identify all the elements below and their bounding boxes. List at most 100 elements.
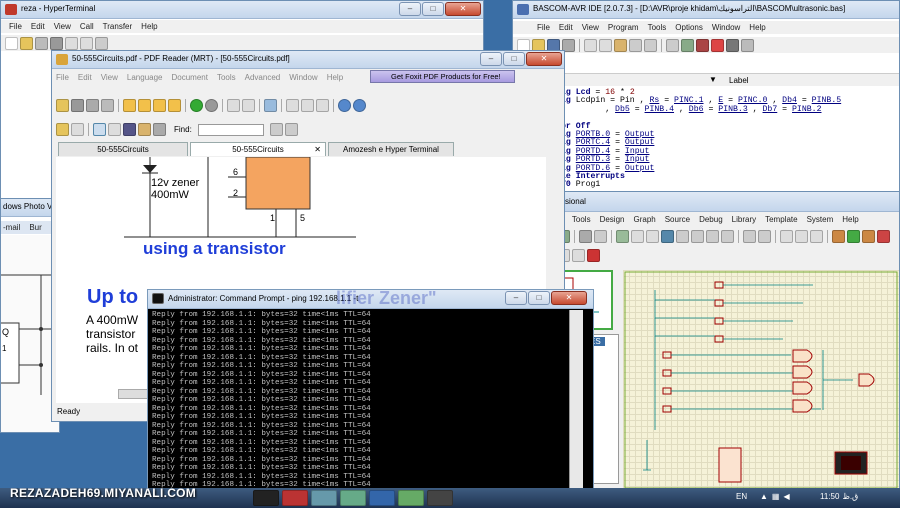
taskbar-photo-icon[interactable]: [340, 490, 366, 506]
menu-call[interactable]: Call: [80, 22, 94, 31]
program-chip-icon[interactable]: [696, 38, 709, 52]
menu-file[interactable]: File: [9, 22, 22, 31]
menu-source[interactable]: Source: [665, 215, 690, 224]
disconnect-icon[interactable]: [50, 36, 63, 50]
menu-debug[interactable]: Debug: [699, 215, 723, 224]
menu-graph[interactable]: Graph: [633, 215, 655, 224]
menu-language[interactable]: Language: [127, 73, 163, 82]
rotate-right-icon[interactable]: [242, 98, 255, 112]
paste-icon[interactable]: [614, 38, 627, 52]
zoom-icon[interactable]: [264, 98, 277, 112]
email-icon[interactable]: [101, 98, 114, 112]
menu-file[interactable]: File: [537, 23, 550, 32]
menu-program[interactable]: Program: [608, 23, 639, 32]
clock[interactable]: 11:50 ق.ظ: [820, 492, 858, 501]
horizontal-scrollbar[interactable]: [118, 389, 148, 399]
close-button[interactable]: ✕: [445, 2, 481, 16]
redo-icon[interactable]: [758, 230, 771, 243]
cmd-output[interactable]: Reply from 192.168.1.1: bytes=32 time<1m…: [152, 311, 572, 506]
find-icon[interactable]: [666, 38, 679, 52]
minimize-button[interactable]: –: [480, 52, 502, 66]
pan-icon[interactable]: [661, 230, 674, 243]
netlist-icon[interactable]: [572, 248, 585, 262]
menu-edit[interactable]: Edit: [31, 22, 45, 31]
find-prev-icon[interactable]: [269, 123, 283, 136]
menu-library[interactable]: Library: [732, 215, 756, 224]
menu-view[interactable]: View: [101, 73, 118, 82]
prev-page-icon[interactable]: [138, 98, 151, 112]
block-delete-icon[interactable]: [877, 230, 890, 243]
menu-document[interactable]: Document: [171, 73, 207, 82]
save-icon[interactable]: [71, 98, 84, 112]
image-icon[interactable]: [153, 123, 166, 136]
bookmark-icon[interactable]: [56, 123, 69, 136]
menu-transfer[interactable]: Transfer: [103, 22, 133, 31]
next-page-icon[interactable]: [153, 98, 166, 112]
fit-page-icon[interactable]: [301, 98, 314, 112]
maximize-button[interactable]: □: [503, 52, 525, 66]
menu-help[interactable]: Help: [141, 22, 157, 31]
menu-edit[interactable]: Edit: [559, 23, 573, 32]
copy-icon[interactable]: [599, 38, 612, 52]
label-dropdown[interactable]: ▼ Label: [513, 73, 899, 86]
maximize-button[interactable]: □: [422, 2, 444, 16]
menu-help[interactable]: Help: [842, 215, 858, 224]
schematic-canvas[interactable]: [623, 270, 899, 490]
taskbar-isis-icon[interactable]: [369, 490, 395, 506]
hand-tool-icon[interactable]: [93, 123, 106, 136]
terminal-icon[interactable]: [726, 38, 739, 52]
first-page-icon[interactable]: [123, 98, 136, 112]
select-text-icon[interactable]: [108, 123, 121, 136]
block-copy-icon[interactable]: [832, 230, 845, 243]
hyperterminal-titlebar[interactable]: reza - HyperTerminal – □ ✕: [1, 1, 483, 19]
origin-icon[interactable]: [646, 230, 659, 243]
menu-view[interactable]: View: [54, 22, 71, 31]
menu-template[interactable]: Template: [765, 215, 797, 224]
area-icon[interactable]: [594, 230, 607, 243]
block-move-icon[interactable]: [847, 230, 860, 243]
menu-window[interactable]: Window: [712, 23, 740, 32]
new-icon[interactable]: [5, 36, 18, 50]
send-icon[interactable]: [65, 36, 78, 50]
snapshot-icon[interactable]: [71, 123, 84, 136]
grid-icon[interactable]: [631, 230, 644, 243]
bascom-titlebar[interactable]: BASCOM-AVR IDE [2.0.7.3] - [D:\AVR\proje…: [513, 1, 899, 19]
receive-icon[interactable]: [80, 36, 93, 50]
tab-close-icon[interactable]: ✕: [314, 143, 321, 156]
fit-width-icon[interactable]: [316, 98, 329, 112]
zoom-out-icon[interactable]: [338, 98, 351, 112]
menu-help[interactable]: Help: [327, 73, 343, 82]
menu-window[interactable]: Window: [289, 73, 317, 82]
zoom-in-icon[interactable]: [353, 98, 366, 112]
undo-icon[interactable]: [629, 38, 642, 52]
pdf-titlebar[interactable]: 50-555Circuits.pdf - PDF Reader (MRT) - …: [52, 51, 564, 69]
simulate-icon[interactable]: [711, 38, 724, 52]
last-page-icon[interactable]: [168, 98, 181, 112]
help-icon[interactable]: [741, 38, 754, 52]
rotate-left-icon[interactable]: [227, 98, 240, 112]
paste-icon[interactable]: [810, 230, 823, 243]
menu-design[interactable]: Design: [600, 215, 625, 224]
copy-icon[interactable]: [795, 230, 808, 243]
redo-icon[interactable]: [644, 38, 657, 52]
zoom-out-icon[interactable]: [691, 230, 704, 243]
find-next-icon[interactable]: [284, 123, 298, 136]
menu-options[interactable]: Options: [675, 23, 703, 32]
cmd-scrollbar[interactable]: [569, 310, 583, 507]
close-button[interactable]: ✕: [551, 291, 587, 305]
tab-50-555circuits-2[interactable]: 50-555Circuits ✕: [190, 142, 326, 156]
tray-arrow-icon[interactable]: ▲: [760, 492, 768, 501]
menu-file[interactable]: File: [56, 73, 69, 82]
compile-icon[interactable]: [681, 38, 694, 52]
refresh-icon[interactable]: [616, 230, 629, 243]
zoom-all-icon[interactable]: [706, 230, 719, 243]
maximize-button[interactable]: □: [528, 291, 550, 305]
minimize-button[interactable]: –: [505, 291, 527, 305]
actual-size-icon[interactable]: [286, 98, 299, 112]
taskbar-chrome-icon[interactable]: [282, 490, 308, 506]
menu-tools[interactable]: Tools: [572, 215, 591, 224]
menu-advanced[interactable]: Advanced: [245, 73, 281, 82]
menu-tools[interactable]: Tools: [217, 73, 236, 82]
taskbar-cmd-icon[interactable]: [253, 490, 279, 506]
go-forward-icon[interactable]: [205, 98, 218, 112]
